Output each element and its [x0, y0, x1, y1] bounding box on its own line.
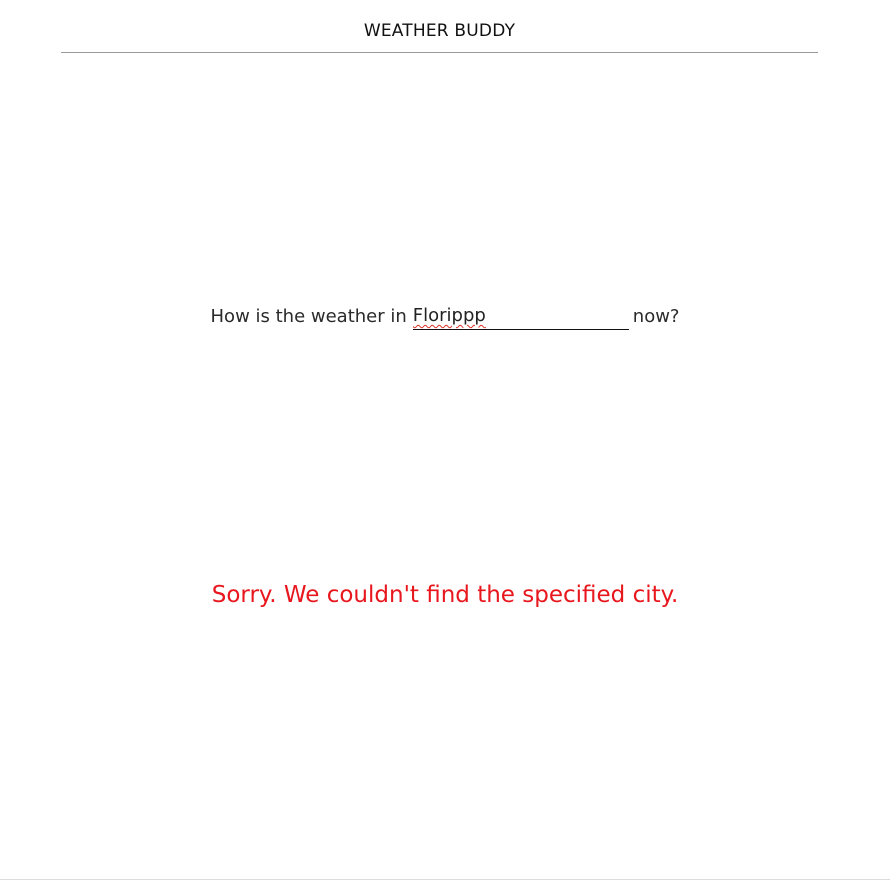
- error-message: Sorry. We couldn't find the specified ci…: [211, 582, 679, 608]
- question-suffix: now?: [632, 306, 680, 327]
- weather-question: How is the weather in now?: [0, 303, 890, 333]
- bottom-divider: [0, 879, 890, 880]
- app-header: WEATHER BUDDY: [61, 0, 818, 53]
- city-input[interactable]: [412, 303, 629, 330]
- app-title: WEATHER BUDDY: [363, 21, 516, 41]
- question-prefix: How is the weather in: [210, 306, 407, 327]
